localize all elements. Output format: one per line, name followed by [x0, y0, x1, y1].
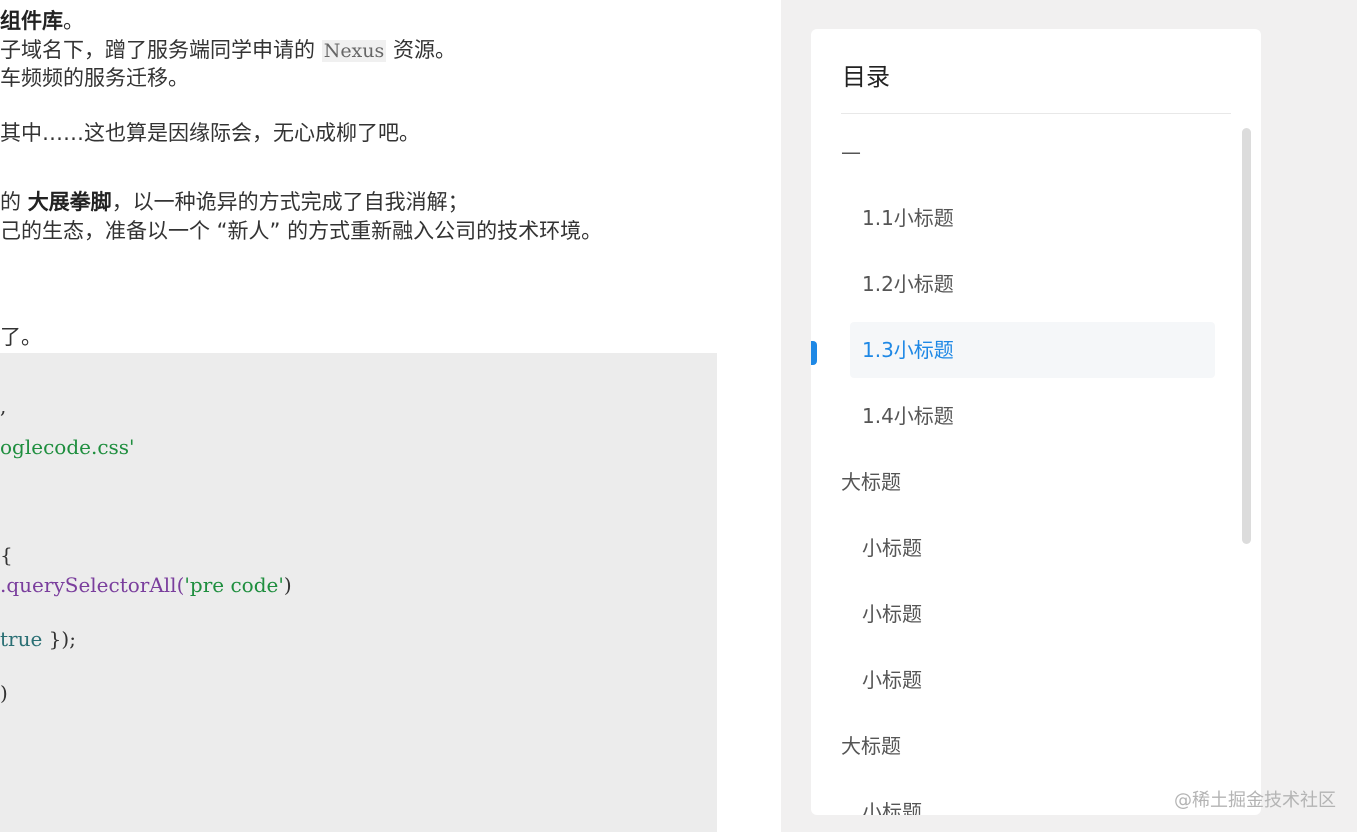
- toc-active-indicator: [811, 341, 817, 365]
- bold-text: 组件库: [0, 9, 63, 33]
- code-text: });: [42, 627, 76, 651]
- article-line: 子域名下，蹭了服务端同学申请的 Nexus 资源。: [0, 35, 456, 66]
- code-line: true });: [0, 626, 76, 652]
- toc-scrollbar[interactable]: [1242, 128, 1251, 544]
- article-line: 己的生态，准备以一个 “新人” 的方式重新融入公司的技术环境。: [0, 219, 603, 243]
- toc-item-subheading[interactable]: 1.4小标题: [850, 388, 1215, 444]
- article-line: 其中……这也算是因缘际会，无心成柳了吧。: [0, 121, 420, 145]
- code-text: ,: [0, 394, 7, 418]
- toc-item-subheading[interactable]: 1.3小标题: [850, 322, 1215, 378]
- toc-item-subheading[interactable]: 1.2小标题: [850, 256, 1215, 312]
- code-line: ,: [0, 393, 6, 419]
- watermark: @稀土掘金技术社区: [1174, 790, 1336, 811]
- code-line: ): [0, 680, 8, 706]
- toc-item-subheading[interactable]: 小标题: [850, 520, 1215, 576]
- table-of-contents: 目录 —1.1小标题 1.2小标题 1.3小标题 1.4小标题 大标题 小标题 小标题 小标题…: [811, 29, 1261, 815]
- code-block: , oglecode.css' { .querySelectorAll('pre…: [0, 353, 717, 832]
- toc-item-subheading[interactable]: 小标题: [850, 652, 1215, 708]
- toc-item-heading[interactable]: 大标题: [841, 718, 901, 774]
- code-text: ): [283, 573, 292, 597]
- code-line: {: [0, 542, 13, 568]
- code-text: ): [0, 681, 8, 705]
- text: 子域名下，蹭了服务端同学申请的: [0, 38, 322, 62]
- code-string: 'pre code': [184, 573, 284, 597]
- code-keyword: true: [0, 627, 43, 651]
- code-string: oglecode.css': [0, 435, 135, 459]
- article-line: 的 大展拳脚，以一种诡异的方式完成了自我消解；: [0, 187, 469, 217]
- text: 资源。: [386, 38, 456, 62]
- toc-item-subheading[interactable]: 小标题: [850, 586, 1215, 642]
- code-line: .querySelectorAll('pre code'): [0, 572, 292, 598]
- article-line: 车频频的服务迁移。: [0, 66, 189, 90]
- toc-list: —1.1小标题 1.2小标题 1.3小标题 1.4小标题 大标题 小标题 小标题 小标题 大标题…: [811, 114, 1261, 815]
- article-content: 组件库。 子域名下，蹭了服务端同学申请的 Nexus 资源。 车频频的服务迁移。…: [0, 0, 781, 832]
- article-line: 了。: [0, 325, 42, 349]
- code-text: {: [0, 543, 13, 567]
- text: ，以一种诡异的方式完成了自我消解；: [111, 190, 469, 214]
- toc-item-subheading[interactable]: 1.1小标题: [850, 190, 1215, 246]
- toc-title: 目录: [842, 63, 890, 91]
- toc-item-heading[interactable]: 大标题: [841, 454, 901, 510]
- bold-text: 大展拳脚: [27, 190, 112, 214]
- code-line: oglecode.css': [0, 434, 135, 460]
- code-method: .querySelectorAll(: [0, 573, 185, 597]
- toc-item-subheading[interactable]: 小标题: [850, 784, 1215, 815]
- text: 的: [0, 190, 28, 214]
- toc-item-heading[interactable]: —: [841, 124, 861, 180]
- article-line: 组件库。: [0, 6, 84, 36]
- inline-code: Nexus: [321, 40, 387, 62]
- text: 。: [63, 9, 84, 33]
